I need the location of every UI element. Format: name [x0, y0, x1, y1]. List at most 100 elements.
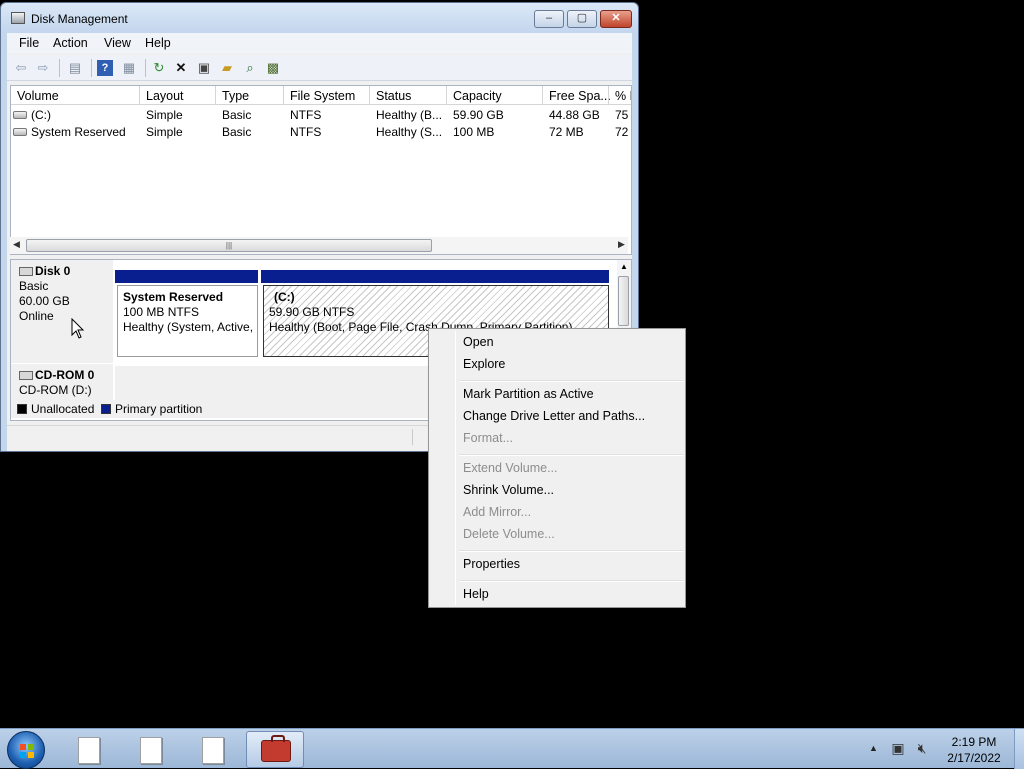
- column-divider[interactable]: [215, 86, 216, 105]
- cdrom-drive: CD-ROM (D:): [19, 383, 92, 397]
- mouse-cursor-icon: [71, 318, 85, 339]
- menu-separator: [459, 454, 683, 456]
- column-divider[interactable]: [283, 86, 284, 105]
- menu-gutter: [455, 331, 456, 605]
- document-icon: [202, 737, 224, 764]
- scrollbar-thumb[interactable]: [618, 276, 629, 326]
- properties-icon[interactable]: ▣: [196, 60, 212, 76]
- cell-type: Basic: [222, 108, 252, 122]
- scroll-left-icon[interactable]: ◀: [13, 239, 20, 250]
- start-button[interactable]: [7, 731, 45, 769]
- column-volume[interactable]: Volume: [17, 89, 59, 103]
- cell-free-space: 44.88 GB: [549, 108, 600, 122]
- properties-view-icon[interactable]: ▦: [121, 60, 137, 76]
- document-icon: [78, 737, 100, 764]
- column-divider[interactable]: [369, 86, 370, 105]
- menu-item-open[interactable]: Open: [463, 335, 494, 349]
- show-desktop-button[interactable]: [1014, 729, 1024, 769]
- menu-help[interactable]: Help: [145, 36, 171, 50]
- column-capacity[interactable]: Capacity: [453, 89, 502, 103]
- menu-item-help[interactable]: Help: [463, 587, 489, 601]
- disk-management-icon: [11, 12, 25, 24]
- partition-context-menu: Open Explore Mark Partition as Active Ch…: [428, 328, 686, 608]
- cell-layout: Simple: [146, 108, 183, 122]
- volume-list-header: Volume Layout Type File System Status Ca…: [11, 86, 631, 105]
- clock-date: 2/17/2022: [947, 751, 1001, 765]
- volume-list[interactable]: Volume Layout Type File System Status Ca…: [10, 85, 632, 255]
- taskbar-button-document[interactable]: [122, 731, 180, 768]
- document-icon: [140, 737, 162, 764]
- table-row[interactable]: (C:) Simple Basic NTFS Healthy (B... 59.…: [11, 107, 631, 124]
- disk-0-label[interactable]: Disk 0 Basic 60.00 GB Online: [11, 260, 113, 363]
- disk-status: Online: [19, 309, 54, 323]
- clock-time: 2:19 PM: [951, 735, 997, 749]
- taskbar-button-document[interactable]: [60, 731, 118, 768]
- column-file-system[interactable]: File System: [290, 89, 355, 103]
- show-hide-console-tree-icon[interactable]: ▤: [67, 60, 83, 76]
- partition-bar: [261, 270, 609, 283]
- window-title: Disk Management: [31, 12, 128, 26]
- legend-swatch-primary: [101, 404, 111, 414]
- column-percent-free[interactable]: % F: [615, 89, 631, 103]
- close-button[interactable]: ✕: [600, 10, 632, 28]
- column-layout[interactable]: Layout: [146, 89, 184, 103]
- disk-type: Basic: [19, 279, 49, 293]
- partition-name: System Reserved: [123, 290, 224, 304]
- partition-size: 59.90 GB NTFS: [269, 305, 355, 319]
- minimize-button[interactable]: –: [534, 10, 564, 28]
- menu-action[interactable]: Action: [53, 36, 88, 50]
- disk-name: CD-ROM 0: [35, 368, 95, 382]
- menu-item-change-drive-letter[interactable]: Change Drive Letter and Paths...: [463, 409, 645, 423]
- column-type[interactable]: Type: [222, 89, 249, 103]
- hard-disk-icon: [19, 267, 33, 276]
- clock[interactable]: 2:19 PM 2/17/2022: [940, 734, 1008, 766]
- menu-item-explore[interactable]: Explore: [463, 357, 505, 371]
- open-icon[interactable]: ▰: [219, 60, 235, 76]
- column-divider[interactable]: [608, 86, 609, 105]
- network-icon[interactable]: ▣: [889, 740, 907, 756]
- menu-view[interactable]: View: [104, 36, 131, 50]
- menu-item-shrink-volume[interactable]: Shrink Volume...: [463, 483, 554, 497]
- taskbar-button-computer-management[interactable]: [246, 731, 304, 768]
- menu-separator: [459, 380, 683, 382]
- delete-icon[interactable]: ✕: [173, 60, 189, 76]
- legend-label: Primary partition: [115, 402, 203, 416]
- menu-file[interactable]: File: [19, 36, 39, 50]
- column-divider[interactable]: [139, 86, 140, 105]
- maximize-button[interactable]: ▢: [567, 10, 597, 28]
- title-bar[interactable]: Disk Management – ▢ ✕: [1, 3, 638, 33]
- show-hidden-icons-icon[interactable]: ▲: [869, 743, 878, 753]
- cell-capacity: 59.90 GB: [453, 108, 504, 122]
- column-divider[interactable]: [542, 86, 543, 105]
- cdrom-0-label[interactable]: CD-ROM 0 CD-ROM (D:): [11, 364, 113, 400]
- menu-separator: [459, 550, 683, 552]
- rescan-icon[interactable]: ▩: [265, 60, 281, 76]
- forward-icon[interactable]: ⇨: [35, 60, 51, 76]
- help-icon[interactable]: ?: [97, 60, 113, 76]
- column-free-space[interactable]: Free Spa...: [549, 89, 611, 103]
- scroll-up-icon[interactable]: ▲: [620, 262, 628, 271]
- scroll-right-icon[interactable]: ▶: [618, 239, 625, 250]
- back-icon[interactable]: ⇦: [13, 60, 29, 76]
- volume-list-horizontal-scrollbar[interactable]: ◀ ||| ▶: [10, 237, 628, 254]
- windows-logo-icon: [20, 744, 34, 758]
- disk-size: 60.00 GB: [19, 294, 70, 308]
- partition-bar: [115, 270, 258, 283]
- partition-size: 100 MB NTFS: [123, 305, 200, 319]
- refresh-icon[interactable]: ↻: [151, 60, 167, 76]
- legend-swatch-unallocated: [17, 404, 27, 414]
- partition-system-reserved[interactable]: System Reserved 100 MB NTFS Healthy (Sys…: [117, 285, 258, 357]
- column-status[interactable]: Status: [376, 89, 411, 103]
- table-row[interactable]: System Reserved Simple Basic NTFS Health…: [11, 124, 631, 141]
- menu-item-properties[interactable]: Properties: [463, 557, 520, 571]
- status-separator: [412, 429, 413, 445]
- explore-icon[interactable]: ⌕: [242, 60, 258, 76]
- cell-status: Healthy (S...: [376, 125, 443, 139]
- scrollbar-thumb[interactable]: |||: [26, 239, 432, 252]
- volume-muted-icon[interactable]: 🔇︎: [913, 740, 931, 756]
- taskbar-button-document[interactable]: [184, 731, 242, 768]
- menu-separator: [459, 580, 683, 582]
- column-divider[interactable]: [446, 86, 447, 105]
- menu-item-mark-active[interactable]: Mark Partition as Active: [463, 387, 594, 401]
- partition-status: Healthy (System, Active,: [123, 320, 254, 334]
